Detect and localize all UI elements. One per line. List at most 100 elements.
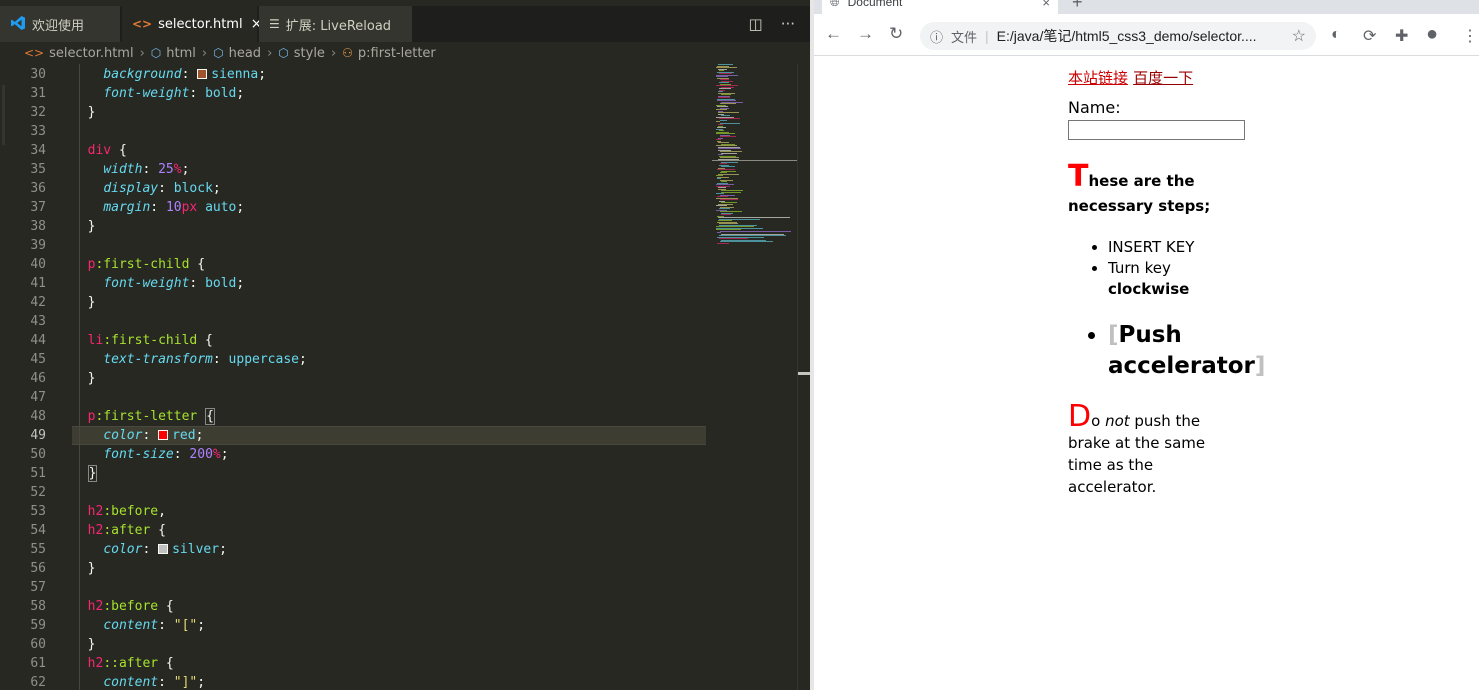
breadcrumb-item-file[interactable]: selector.html xyxy=(49,46,133,61)
code-line[interactable]: 55 color: silver; xyxy=(0,540,711,559)
back-icon[interactable]: ← xyxy=(825,24,842,44)
cube-icon: ⬡ xyxy=(278,46,289,60)
code-line[interactable]: 61 h2::after { xyxy=(0,654,711,673)
code-line[interactable]: 31 font-weight: bold; xyxy=(0,84,711,103)
code-line[interactable]: 56 } xyxy=(0,559,711,578)
breadcrumb: <> selector.html › ⬡ html › ⬡ head › ⬡ s… xyxy=(0,42,811,64)
editor-scrollbar[interactable] xyxy=(797,64,811,690)
more-actions-icon[interactable]: ··· xyxy=(781,15,795,33)
color-swatch-icon[interactable] xyxy=(197,69,208,79)
code-line[interactable]: 60 } xyxy=(0,635,711,654)
name-input[interactable] xyxy=(1068,120,1245,140)
puzzle-icon[interactable]: ✚ xyxy=(1395,26,1408,46)
code-editor[interactable]: 30 background: sienna; 31 font-weight: bo… xyxy=(0,64,711,690)
breadcrumb-item-style[interactable]: style xyxy=(294,46,325,61)
forward-icon[interactable]: → xyxy=(857,24,874,44)
site-link[interactable]: 本站链接 xyxy=(1068,69,1128,87)
code-line[interactable]: 57 xyxy=(0,578,711,597)
code-text: width: 25%; xyxy=(103,162,190,177)
code-line[interactable]: 51 } xyxy=(0,464,711,483)
code-line[interactable]: 49 color: red; xyxy=(0,426,711,445)
code-line[interactable]: 53 h2:before, xyxy=(0,502,711,521)
brake-paragraph: Do not push the brake at the same time a… xyxy=(1068,402,1218,498)
code-text: display: block; xyxy=(103,181,221,196)
tab-extension-livereload[interactable]: ☰ 扩展: LiveReload xyxy=(259,6,413,42)
code-line[interactable]: 59 content: "["; xyxy=(0,616,711,635)
code-line[interactable]: 37 margin: 10px auto; xyxy=(0,198,711,217)
minimap-line xyxy=(720,119,727,121)
reload-icon[interactable]: ↻ xyxy=(889,24,903,44)
minimap[interactable] xyxy=(712,64,797,244)
code-line[interactable]: 36 display: block; xyxy=(0,179,711,198)
code-line[interactable]: 46 } xyxy=(0,369,711,388)
code-line[interactable]: 54 h2:after { xyxy=(0,521,711,540)
cube-icon: ⬡ xyxy=(213,46,224,60)
code-line[interactable]: 48 p:first-letter { xyxy=(0,407,711,426)
sync-icon[interactable]: ⟳ xyxy=(1363,26,1376,46)
code-line[interactable]: 32 } xyxy=(0,103,711,122)
line-number: 30 xyxy=(30,67,46,82)
new-tab-icon[interactable]: + xyxy=(1072,0,1083,13)
code-line[interactable]: 33 xyxy=(0,122,711,141)
breadcrumb-item-head[interactable]: head xyxy=(229,46,261,61)
breadcrumb-item-selector[interactable]: p:first-letter xyxy=(358,46,436,61)
breadcrumb-item-html[interactable]: html xyxy=(166,46,196,61)
line-number: 56 xyxy=(30,561,46,576)
browser-tab[interactable]: 🌐︎ Document × xyxy=(822,0,1058,14)
h2-text: Push accelerator xyxy=(1108,322,1255,379)
url-text[interactable]: E:/java/笔记/html5_css3_demo/selector.... xyxy=(997,26,1257,46)
star-icon[interactable]: ☆ xyxy=(1292,26,1306,46)
tab-selector-html[interactable]: <> selector.html × xyxy=(122,6,262,42)
code-line[interactable]: 52 xyxy=(0,483,711,502)
code-line[interactable]: 62 content: "]"; xyxy=(0,673,711,690)
split-editor-icon[interactable]: ◫ xyxy=(749,15,763,33)
minimap-slider[interactable] xyxy=(712,160,797,161)
code-line[interactable]: 45 text-transform: uppercase; xyxy=(0,350,711,369)
line-number: 61 xyxy=(30,656,46,671)
list-item: Turn key clockwise xyxy=(1108,258,1268,300)
code-line[interactable]: 42 } xyxy=(0,293,711,312)
extension-1-icon[interactable]: ◐ xyxy=(1331,26,1341,44)
code-text: } xyxy=(72,371,96,386)
baidu-link[interactable]: 百度一下 xyxy=(1133,69,1193,87)
code-line[interactable]: 44 li:first-child { xyxy=(0,331,711,350)
code-line[interactable]: 39 xyxy=(0,236,711,255)
code-text: font-size: 200%; xyxy=(103,447,229,462)
info-icon[interactable]: ⓘ xyxy=(930,27,943,46)
menu-icon[interactable]: ⋮ xyxy=(1462,26,1478,46)
code-line[interactable]: 47 xyxy=(0,388,711,407)
code-text: div { xyxy=(87,143,127,158)
line-number: 31 xyxy=(30,86,46,101)
code-line[interactable]: 40 p:first-child { xyxy=(0,255,711,274)
code-line[interactable]: 43 xyxy=(0,312,711,331)
code-line[interactable]: 58 h2:before { xyxy=(0,597,711,616)
code-line[interactable]: 38 } xyxy=(0,217,711,236)
tab-label: selector.html xyxy=(158,16,243,32)
browser-tab-strip: 🌐︎ Document × + xyxy=(814,0,1479,14)
code-line[interactable]: 41 font-weight: bold; xyxy=(0,274,711,293)
address-bar[interactable]: ⓘ 文件 | E:/java/笔记/html5_css3_demo/select… xyxy=(920,22,1316,50)
globe-icon: 🌐︎ xyxy=(830,0,840,9)
list-item-bold: clockwise xyxy=(1108,280,1190,298)
code-line[interactable]: 35 width: 25%; xyxy=(0,160,711,179)
profile-avatar-icon[interactable]: ● xyxy=(1426,23,1438,46)
link-row: 本站链接 百度一下 xyxy=(1068,67,1193,88)
color-swatch-icon[interactable] xyxy=(158,544,169,554)
color-swatch-icon[interactable] xyxy=(158,430,169,440)
browser-toolbar: ← → ↻ ⓘ 文件 | E:/java/笔记/html5_css3_demo/… xyxy=(814,14,1479,56)
tab-label: 扩展: LiveReload xyxy=(285,18,392,34)
minimap-line xyxy=(717,242,729,244)
h2-before: [ xyxy=(1108,322,1119,348)
line-number: 43 xyxy=(30,314,46,329)
cube-icon: ⬡ xyxy=(150,46,162,60)
steps-paragraph: These are the necessary steps; xyxy=(1068,162,1218,219)
code-line[interactable]: 34 div { xyxy=(0,141,711,160)
close-icon[interactable]: × xyxy=(1042,0,1050,10)
code-line[interactable]: 50 font-size: 200%; xyxy=(0,445,711,464)
editor-tab-bar: 欢迎使用 <> selector.html × ☰ 扩展: LiveReload xyxy=(0,6,811,42)
tab-welcome[interactable]: 欢迎使用 xyxy=(0,6,121,42)
steps-list: insert key Turn key clockwise xyxy=(1088,237,1268,300)
code-text: } xyxy=(72,105,96,120)
line-number: 60 xyxy=(30,637,46,652)
code-line[interactable]: 30 background: sienna; xyxy=(0,65,711,84)
